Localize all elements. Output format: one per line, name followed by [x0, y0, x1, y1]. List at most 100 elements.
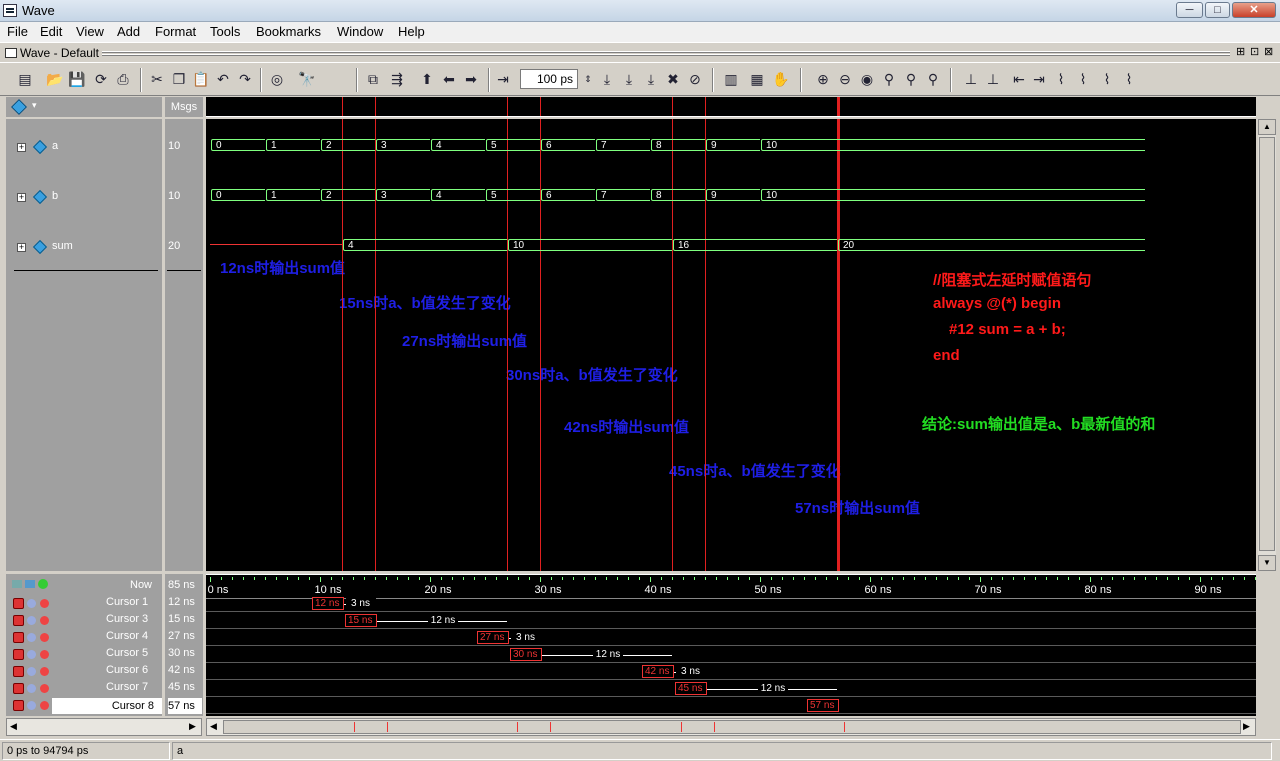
run-length-field[interactable]: 100 ps — [520, 69, 578, 89]
drag-grip[interactable] — [102, 51, 1230, 53]
scroll-thumb[interactable] — [1259, 137, 1275, 551]
menu-edit[interactable]: Edit — [40, 24, 62, 39]
scroll-left-icon[interactable]: ◀ — [210, 721, 217, 732]
name-horizontal-scrollbar[interactable]: ◀ ▶ — [6, 718, 202, 736]
cursor-line[interactable] — [342, 97, 343, 116]
bus-segment[interactable]: 5 — [486, 189, 540, 201]
cursor-line[interactable] — [837, 119, 840, 571]
delete-cursor-icon[interactable] — [40, 633, 49, 642]
close-button[interactable]: ✕ — [1232, 2, 1276, 18]
run-length-icon[interactable]: ⇥ — [494, 70, 512, 88]
menu-window[interactable]: Window — [337, 24, 383, 39]
edge-any-icon[interactable]: ⌇ — [1098, 70, 1116, 88]
copy-icon[interactable]: ❐ — [170, 70, 188, 88]
zoom-in-icon[interactable]: ⊕ — [814, 70, 832, 88]
new-icon[interactable]: ▤ — [16, 70, 34, 88]
scroll-right-icon[interactable]: ▶ — [1243, 721, 1250, 732]
cursor-name[interactable]: Cursor 7 — [106, 681, 148, 693]
menu-view[interactable]: View — [76, 24, 104, 39]
zoom-cursor-icon[interactable]: ⚲ — [880, 70, 898, 88]
next-edge-icon[interactable]: ⇥ — [1030, 70, 1048, 88]
menu-file[interactable]: File — [7, 24, 28, 39]
delete-cursor-icon[interactable] — [40, 616, 49, 625]
lock-icon[interactable] — [13, 666, 24, 677]
cursor-tool-icon[interactable] — [27, 599, 36, 608]
bus-segment[interactable]: 10 — [761, 189, 1145, 201]
left-arrow-icon[interactable]: ⬅ — [440, 70, 458, 88]
cursor-timeline-pane[interactable]: 0 ns 10 ns 20 ns 30 ns 40 ns 50 ns 60 ns 70 ns 8… — [206, 574, 1256, 716]
paste-icon[interactable]: 📋 — [192, 70, 210, 88]
break-icon[interactable]: ✖ — [664, 70, 682, 88]
menu-bookmarks[interactable]: Bookmarks — [256, 24, 321, 39]
performance-icon[interactable]: ▥ — [722, 70, 740, 88]
signal-name-a[interactable]: a — [52, 140, 58, 152]
compile-icon[interactable]: ◎ — [268, 70, 286, 88]
bus-segment[interactable]: 10 — [508, 239, 672, 251]
redo-icon[interactable]: ↷ — [236, 70, 254, 88]
undock-icon[interactable]: ⊡ — [1250, 45, 1259, 58]
bus-segment[interactable]: 16 — [673, 239, 837, 251]
lock-icon[interactable] — [13, 649, 24, 660]
bus-segment[interactable]: 2 — [321, 189, 375, 201]
cursor-line[interactable] — [705, 119, 706, 571]
bus-segment[interactable]: 7 — [596, 189, 650, 201]
delete-cursor-icon[interactable] — [40, 650, 49, 659]
hand-icon[interactable]: ✋ — [772, 70, 790, 88]
cursor-time-box[interactable]: 12 ns — [312, 597, 344, 610]
edge-fall-icon[interactable]: ⌇ — [1052, 70, 1070, 88]
bus-segment[interactable]: 2 — [321, 139, 375, 151]
bus-segment[interactable]: 1 — [266, 189, 320, 201]
add-cursor-icon[interactable]: ⊥ — [962, 70, 980, 88]
prev-edge-icon[interactable]: ⇤ — [1010, 70, 1028, 88]
cursor-tool-icon[interactable] — [27, 650, 36, 659]
bus-segment[interactable]: 5 — [486, 139, 540, 151]
zoom-out-icon[interactable]: ⊖ — [836, 70, 854, 88]
bus-segment[interactable]: 0 — [211, 189, 265, 201]
bus-segment[interactable]: 9 — [706, 139, 760, 151]
lock-icon[interactable] — [13, 598, 24, 609]
reload-icon[interactable]: ⟳ — [92, 70, 110, 88]
zoom-full-icon[interactable]: ◉ — [858, 70, 876, 88]
cursor-line[interactable] — [375, 119, 376, 571]
cursor-line[interactable] — [705, 97, 706, 116]
cursor-name[interactable]: Cursor 5 — [106, 647, 148, 659]
signal-name-sum[interactable]: sum — [52, 240, 73, 252]
dropdown-arrow-icon[interactable]: ▾ — [32, 100, 37, 111]
bus-segment[interactable]: 8 — [651, 139, 705, 151]
cursor-line[interactable] — [672, 97, 673, 116]
cursor-line[interactable] — [540, 97, 541, 116]
cursor-line[interactable] — [507, 119, 508, 571]
cursor-list-icon[interactable] — [25, 580, 35, 588]
up-arrow-icon[interactable]: ⬆ — [418, 70, 436, 88]
delete-cursor-icon[interactable]: ⊥ — [984, 70, 1002, 88]
expand-icon[interactable]: + — [17, 143, 26, 152]
expand-icon[interactable]: + — [17, 243, 26, 252]
cursor-tool-icon[interactable] — [27, 616, 36, 625]
wave-horizontal-scrollbar[interactable]: ◀ ▶ — [206, 718, 1256, 736]
zoom-range-icon[interactable]: ⚲ — [902, 70, 920, 88]
bus-segment[interactable]: 1 — [266, 139, 320, 151]
scroll-up-icon[interactable]: ▲ — [1258, 119, 1276, 135]
cursor-line[interactable] — [672, 119, 673, 571]
bus-segment[interactable]: 7 — [596, 139, 650, 151]
continue-icon[interactable]: ⤓ — [620, 70, 638, 88]
run-all-icon[interactable]: ⤓ — [642, 70, 660, 88]
find-icon[interactable]: 🔭 — [298, 70, 316, 88]
save-icon[interactable]: 💾 — [68, 70, 86, 88]
cursor-line[interactable] — [375, 97, 376, 116]
drag-grip[interactable] — [102, 54, 1230, 56]
cursor-time-box[interactable]: 30 ns — [510, 648, 542, 661]
bus-segment[interactable]: 10 — [761, 139, 1145, 151]
dock-icon[interactable]: ⊞ — [1236, 45, 1245, 58]
cursor-line[interactable] — [342, 119, 343, 571]
bus-segment[interactable]: 9 — [706, 189, 760, 201]
add-cursor-icon[interactable] — [38, 579, 48, 589]
memory-icon[interactable]: ▦ — [748, 70, 766, 88]
print-icon[interactable]: ⎙ — [114, 70, 132, 88]
bus-segment[interactable]: 6 — [541, 139, 595, 151]
cursor-tool-icon[interactable] — [27, 633, 36, 642]
expand-icon[interactable]: + — [17, 193, 26, 202]
cursor-tool-icon[interactable] — [27, 684, 36, 693]
cursor-line[interactable] — [507, 97, 508, 116]
cursor-name[interactable]: Cursor 4 — [106, 630, 148, 642]
